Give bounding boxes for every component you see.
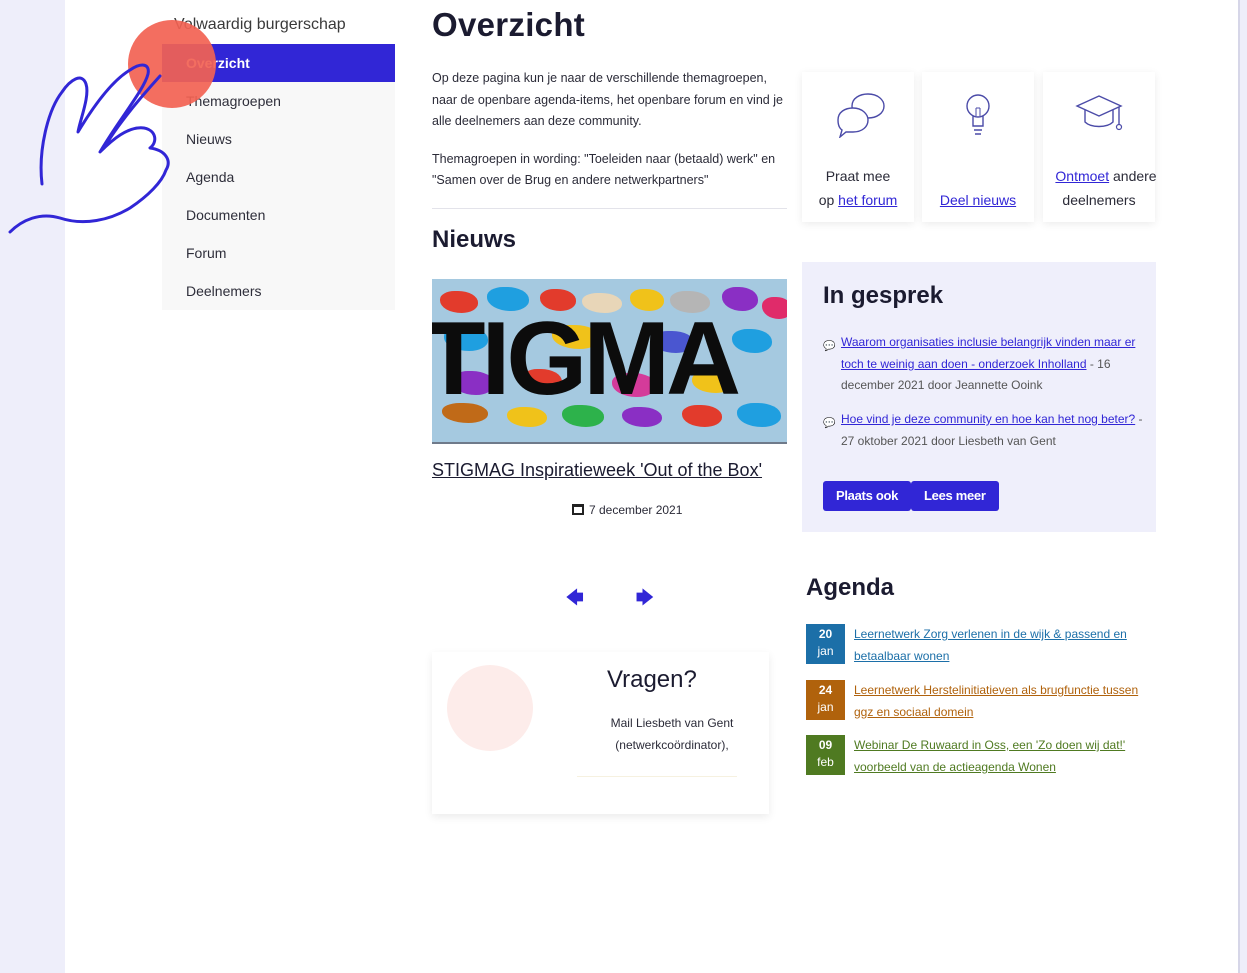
deel-nieuws-spacer — [922, 164, 1034, 188]
divider — [432, 208, 787, 209]
divider — [577, 776, 737, 777]
date-day: 09 — [818, 738, 833, 752]
vragen-card: Vragen? Mail Liesbeth van Gent (netwerkc… — [432, 652, 769, 814]
news-article-link[interactable]: STIGMAG Inspiratieweek 'Out of the Box' — [432, 460, 762, 481]
gesprek-link[interactable]: Hoe vind je deze community en hoe kan he… — [841, 412, 1135, 426]
intro-paragraph: Op deze pagina kun je naar de verschille… — [432, 71, 783, 128]
in-gesprek-title: In gesprek — [823, 282, 944, 309]
agenda-link[interactable]: Leernetwerk Zorg verlenen in de wijk & p… — [854, 623, 1144, 667]
list-item: 💬 Hoe vind je deze community en hoe kan … — [823, 409, 1143, 452]
agenda-link[interactable]: Leernetwerk Herstelinitiatieven als brug… — [854, 679, 1144, 723]
date-badge: 20 jan — [806, 624, 845, 664]
deel-nieuws-link[interactable]: Deel nieuws — [940, 192, 1016, 208]
deel-nieuws-label: Deel nieuws — [922, 164, 1034, 212]
agenda-title: Agenda — [806, 574, 895, 601]
prev-arrow-icon[interactable]: 🡄 — [566, 585, 584, 614]
date-badge: 24 jan — [806, 680, 845, 720]
ontmoet-link[interactable]: Ontmoet — [1055, 168, 1109, 184]
date-day: 20 — [818, 627, 833, 641]
comment-icon: 💬 — [823, 418, 836, 429]
forum-card-text-prefix: op — [818, 192, 839, 208]
intro-paragraph-themagroepen: Themagroepen in wording: "Toeleiden naar… — [432, 151, 776, 188]
date-month: feb — [817, 755, 834, 769]
deelnemers-card-label: Ontmoet andere deelnemers — [1039, 164, 1159, 212]
deelnemers-card-text-2: deelnemers — [1062, 192, 1136, 208]
agenda-item[interactable]: 24 jan Leernetwerk Herstelinitiatieven als… — [806, 680, 1146, 720]
avatar — [447, 665, 533, 751]
forum-card[interactable]: Praat mee op het forum — [802, 72, 914, 222]
forum-link[interactable]: het forum — [838, 192, 897, 208]
lightbulb-icon — [966, 94, 990, 135]
lees-meer-button[interactable]: Lees meer — [911, 481, 999, 511]
date-day: 24 — [818, 683, 833, 697]
news-image-text: TIGMA — [432, 301, 741, 417]
date-month: jan — [817, 644, 834, 658]
vragen-title: Vragen? — [607, 666, 697, 693]
deelnemers-card-text: andere — [1109, 168, 1157, 184]
date-month: jan — [817, 700, 834, 714]
pointing-hand-icon — [8, 63, 170, 234]
intro-text: Op deze pagina kun je naar de verschille… — [432, 68, 792, 208]
forum-card-text: Praat mee — [825, 168, 891, 184]
news-date-text: 7 december 2021 — [589, 503, 683, 517]
page-title: Overzicht — [432, 6, 586, 43]
graduation-cap-icon — [1075, 95, 1123, 131]
date-badge: 09 feb — [806, 735, 845, 775]
chat-bubbles-icon — [837, 93, 885, 138]
forum-card-label: Praat mee op het forum — [802, 164, 914, 212]
news-image[interactable]: TIGMA — [432, 279, 787, 444]
agenda-link[interactable]: Webinar De Ruwaard in Oss, een 'Zo doen … — [854, 734, 1144, 778]
calendar-icon — [572, 504, 584, 515]
vragen-role-line: (netwerkcoördinator), — [615, 738, 729, 752]
agenda-item[interactable]: 09 feb Webinar De Ruwaard in Oss, een 'Zo … — [806, 735, 1146, 775]
plaats-ook-button[interactable]: Plaats ook — [823, 481, 912, 511]
sidebar-item-deelnemers[interactable]: Deelnemers — [162, 272, 395, 310]
news-heading: Nieuws — [432, 226, 517, 253]
agenda-item[interactable]: 20 jan Leernetwerk Zorg verlenen in de wij… — [806, 624, 1146, 664]
scrollbar-gutter — [1240, 0, 1247, 973]
list-item: 💬 Waarom organisaties inclusie belangrij… — [823, 332, 1143, 397]
next-arrow-icon[interactable]: 🡆 — [636, 585, 654, 614]
news-date: 7 december 2021 — [572, 503, 682, 517]
deel-nieuws-card[interactable]: Deel nieuws — [922, 72, 1034, 222]
vragen-mail-line[interactable]: Mail Liesbeth van Gent — [582, 712, 762, 734]
vragen-text: Mail Liesbeth van Gent (netwerkcoördinat… — [582, 712, 762, 756]
comment-icon: 💬 — [823, 341, 836, 352]
deelnemers-card[interactable]: Ontmoet andere deelnemers — [1043, 72, 1157, 222]
